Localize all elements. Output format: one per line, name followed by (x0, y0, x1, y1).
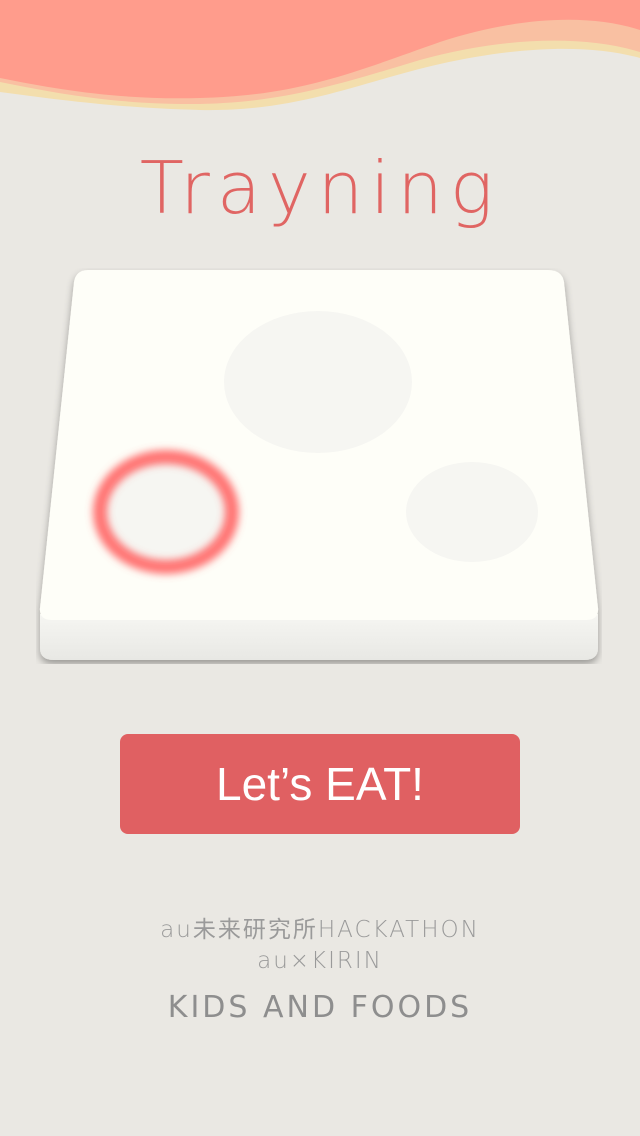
dish-top-center (224, 311, 412, 453)
dish-right (406, 462, 538, 562)
header-wave-decoration (0, 0, 640, 120)
food-tray-illustration (39, 270, 599, 660)
lets-eat-button[interactable]: Let’s EAT! (120, 734, 520, 834)
footer-hackathon-text: au未来研究所HACKATHON (160, 917, 480, 943)
app-title: Trayning (139, 146, 501, 230)
footer-theme-text: KIDS AND FOODS (167, 990, 473, 1025)
footer-collab-text: au×KIRIN (257, 948, 383, 974)
app-screen: Trayning Let’s EAT! au未来研究所HACKATHON au×… (0, 0, 640, 1136)
